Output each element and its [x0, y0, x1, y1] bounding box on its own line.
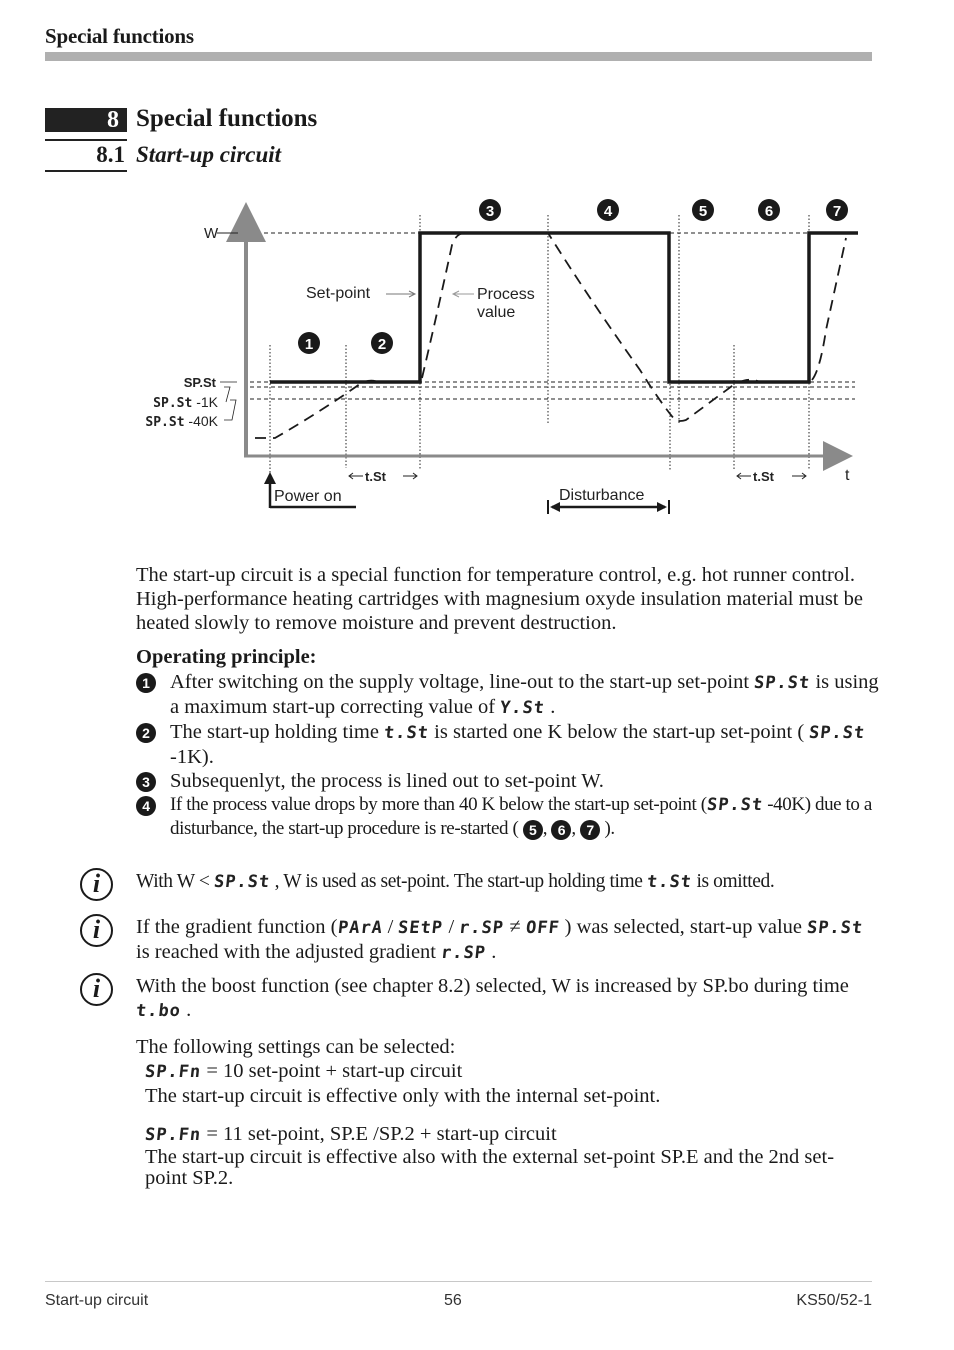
svg-text:7: 7: [833, 203, 841, 220]
level-labels: SP.St SP.St -1K SP.St -40K: [145, 375, 218, 430]
footer-rule: [45, 1281, 872, 1282]
power-on-label: Power on: [274, 488, 342, 505]
subsection-number: 8.1: [96, 142, 125, 167]
svg-text:2: 2: [378, 336, 386, 353]
setting-description: The start-up circuit is effective also w…: [145, 1146, 835, 1189]
phase-marker-2: 2: [371, 332, 393, 354]
process-annotation-line1: Process: [477, 286, 535, 303]
code-spst: SP.St: [753, 673, 812, 693]
holding-time-2: t.St: [736, 469, 807, 484]
footer-chapter: Start-up circuit: [45, 1292, 149, 1309]
phase-marker-6: 6: [758, 199, 780, 221]
startup-circuit-diagram: W t SP.St SP.St -1K SP.St -40K Set-point…: [145, 199, 858, 514]
section-title: Special functions: [136, 105, 318, 132]
svg-text:t.St: t.St: [753, 469, 775, 484]
phase-marker-3: 3: [479, 199, 501, 221]
level-label-spst-1k: SP.St -1K: [153, 394, 218, 411]
settings-intro: The following settings can be selected:: [136, 1036, 456, 1058]
list-item: 2 The start-up holding time t.St is star…: [136, 720, 881, 769]
list-item: 1 After switching on the supply voltage,…: [136, 670, 881, 720]
svg-text:t.St: t.St: [365, 469, 387, 484]
setting-description: The start-up circuit is effective only w…: [145, 1085, 661, 1107]
setpoint-annotation: Set-point: [306, 285, 371, 302]
footer-model: KS50/52-1: [796, 1292, 872, 1309]
running-header: Special functions: [45, 24, 194, 48]
phase-marker-4: 4: [597, 199, 619, 221]
setting-option: SP.Fn = 11 set-point, SP.E /SP.2 + start…: [143, 1123, 557, 1145]
phase-marker-1: 1: [298, 332, 320, 354]
list-item: 3 Subsequenlyt, the process is lined out…: [136, 769, 881, 793]
phase-marker-5: 5: [692, 199, 714, 221]
info-icon: i: [80, 868, 113, 901]
info-icon: i: [80, 914, 113, 947]
process-value-curve: [255, 232, 847, 439]
page-number: 56: [444, 1292, 462, 1309]
svg-text:5: 5: [699, 203, 707, 220]
phase-marker-7: 7: [826, 199, 848, 221]
phase-dividers: [269, 215, 810, 485]
svg-text:6: 6: [765, 203, 773, 220]
step-marker-6: 6: [551, 819, 572, 840]
code-yst: Y.St: [499, 698, 547, 718]
step-marker-3: 3: [136, 772, 156, 792]
code-spst: SP.St: [808, 723, 867, 743]
x-axis-label: t: [845, 467, 850, 484]
disturbance-span: Disturbance: [547, 487, 670, 514]
step-marker-7: 7: [580, 819, 601, 840]
level-label-spst-40k: SP.St -40K: [145, 413, 218, 430]
settings-section: The following settings can be selected: …: [136, 1035, 876, 1189]
code-spst: SP.St: [705, 795, 764, 815]
step-marker-2: 2: [136, 723, 156, 743]
svg-text:1: 1: [305, 336, 313, 353]
disturbance-label: Disturbance: [559, 487, 644, 504]
setpoint-curve: [270, 231, 858, 384]
section-rule: [45, 139, 127, 141]
section-number: 8: [45, 108, 127, 133]
process-annotation-line2: value: [477, 304, 515, 321]
subsection-title: Start-up circuit: [136, 142, 282, 167]
reference-lines: [250, 232, 855, 400]
operating-principle-list: 1 After switching on the supply voltage,…: [136, 670, 881, 841]
code-tst: t.St: [383, 723, 431, 743]
power-on-marker: Power on: [264, 472, 356, 509]
svg-text:3: 3: [486, 203, 494, 220]
step-marker-1: 1: [136, 673, 156, 693]
subsection-rule: [45, 170, 127, 172]
setting-option: SP.Fn = 10 set-point + start-up circuit: [143, 1060, 463, 1082]
info-icon: i: [80, 973, 113, 1006]
svg-text:4: 4: [604, 203, 613, 220]
phase-markers: 1 2 3 4 5 6 7: [298, 199, 848, 354]
holding-time-1: t.St: [348, 469, 418, 484]
intro-paragraph: The start-up circuit is a special functi…: [136, 564, 863, 634]
y-axis-label: W: [204, 225, 219, 242]
header-rule: [45, 52, 872, 61]
step-marker-5: 5: [522, 819, 543, 840]
list-item: 4 If the process value drops by more tha…: [136, 793, 881, 841]
step-marker-4: 4: [136, 796, 156, 816]
operating-principle-heading: Operating principle:: [136, 646, 317, 668]
level-label-spst: SP.St: [184, 375, 217, 390]
